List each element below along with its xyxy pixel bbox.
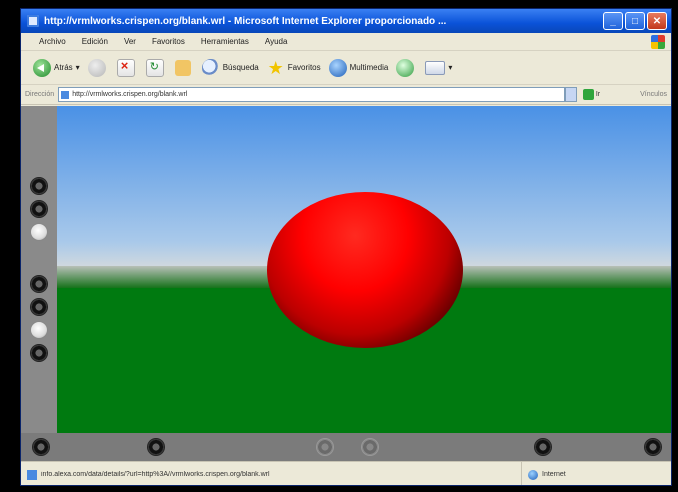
menu-bar: Archivo Edición Ver Favoritos Herramient… [21, 33, 671, 51]
star-icon: ★ [267, 57, 284, 78]
home-button[interactable] [174, 59, 194, 76]
address-bar: Dirección http://vrmlworks.crispen.org/b… [21, 85, 671, 105]
refresh-icon [145, 58, 164, 77]
address-value: http://vrmlworks.crispen.org/blank.wrl [72, 91, 188, 98]
media-icon [328, 58, 347, 77]
vrml-scene[interactable] [57, 106, 671, 433]
previous-viewpoint-icon[interactable] [317, 439, 333, 455]
roll-icon[interactable] [31, 322, 47, 338]
go-label: Ir [595, 91, 601, 98]
menu-ayuda[interactable]: Ayuda [265, 37, 288, 46]
stop-button[interactable] [116, 58, 138, 77]
chevron-down-icon: ▾ [448, 63, 453, 72]
vrml-bottom-toolbar [21, 433, 671, 461]
windows-logo-icon [651, 35, 665, 49]
turn-icon[interactable] [31, 299, 47, 315]
menu-archivo[interactable]: Archivo [39, 37, 66, 46]
favorites-button[interactable]: ★ Favoritos [267, 59, 321, 77]
status-bar: info.alexa.com/data/details/?url=http%3A… [21, 461, 671, 485]
go-arrow-icon [582, 89, 594, 100]
vrml-viewer[interactable] [21, 106, 671, 461]
address-label: Dirección [25, 91, 55, 98]
back-button[interactable]: Atrás ▾ [33, 58, 80, 77]
zone-label: Internet [542, 471, 566, 478]
zoom-icon[interactable] [535, 439, 551, 455]
page-icon [27, 469, 37, 480]
fly-icon[interactable] [31, 201, 47, 217]
back-arrow-icon [33, 58, 51, 77]
menu-ver[interactable]: Ver [124, 37, 136, 46]
page-icon [61, 90, 70, 99]
stop-icon [116, 58, 135, 77]
address-input[interactable]: http://vrmlworks.crispen.org/blank.wrl [58, 87, 565, 102]
forward-button[interactable] [87, 58, 109, 77]
browser-window: http://vrmlworks.crispen.org/blank.wrl -… [20, 8, 672, 486]
maximize-button[interactable]: □ [625, 12, 645, 30]
mail-button[interactable]: ▾ [425, 60, 453, 75]
media-button[interactable]: Multimedia [328, 58, 389, 77]
toolbar: Atrás ▾ Búsqueda ★ Favoritos [21, 51, 671, 85]
status-text: info.alexa.com/data/details/?url=http%3A… [41, 471, 270, 478]
ie-icon [27, 15, 39, 27]
menu-favoritos[interactable]: Favoritos [152, 37, 185, 46]
red-sphere[interactable] [267, 192, 463, 348]
walk-icon[interactable] [31, 178, 47, 194]
close-button[interactable]: ✕ [647, 12, 667, 30]
search-icon [201, 58, 220, 77]
go-button[interactable]: Ir [582, 89, 601, 100]
security-zone: Internet [521, 462, 671, 485]
back-label: Atrás [54, 63, 73, 72]
search-button[interactable]: Búsqueda [201, 58, 259, 77]
title-bar[interactable]: http://vrmlworks.crispen.org/blank.wrl -… [21, 9, 671, 33]
forward-arrow-icon [87, 58, 106, 77]
history-icon [396, 58, 415, 77]
pan-icon[interactable] [31, 276, 47, 292]
menu-edicion[interactable]: Edición [82, 37, 108, 46]
links-label[interactable]: Vínculos [640, 91, 667, 98]
search-label: Búsqueda [222, 63, 259, 72]
favorites-label: Favoritos [287, 63, 321, 72]
globe-icon [528, 469, 538, 480]
next-viewpoint-icon[interactable] [362, 439, 378, 455]
minimize-button[interactable]: _ [603, 12, 623, 30]
straighten-icon[interactable] [148, 439, 164, 455]
study-icon[interactable] [31, 224, 47, 240]
menu-herramientas[interactable]: Herramientas [201, 37, 249, 46]
refresh-button[interactable] [145, 58, 167, 77]
home-icon [174, 59, 191, 76]
history-button[interactable] [396, 58, 417, 77]
window-title: http://vrmlworks.crispen.org/blank.wrl -… [44, 15, 447, 27]
viewpoint-list-icon[interactable] [33, 439, 49, 455]
restore-icon[interactable] [645, 439, 661, 455]
media-label: Multimedia [349, 63, 389, 72]
vrml-left-toolbar [21, 106, 57, 433]
address-dropdown-button[interactable] [564, 87, 577, 102]
chevron-down-icon: ▾ [75, 63, 80, 72]
mail-icon [425, 60, 446, 75]
screenshot-frame: http://vrmlworks.crispen.org/blank.wrl -… [0, 0, 678, 492]
goto-icon[interactable] [31, 345, 47, 361]
